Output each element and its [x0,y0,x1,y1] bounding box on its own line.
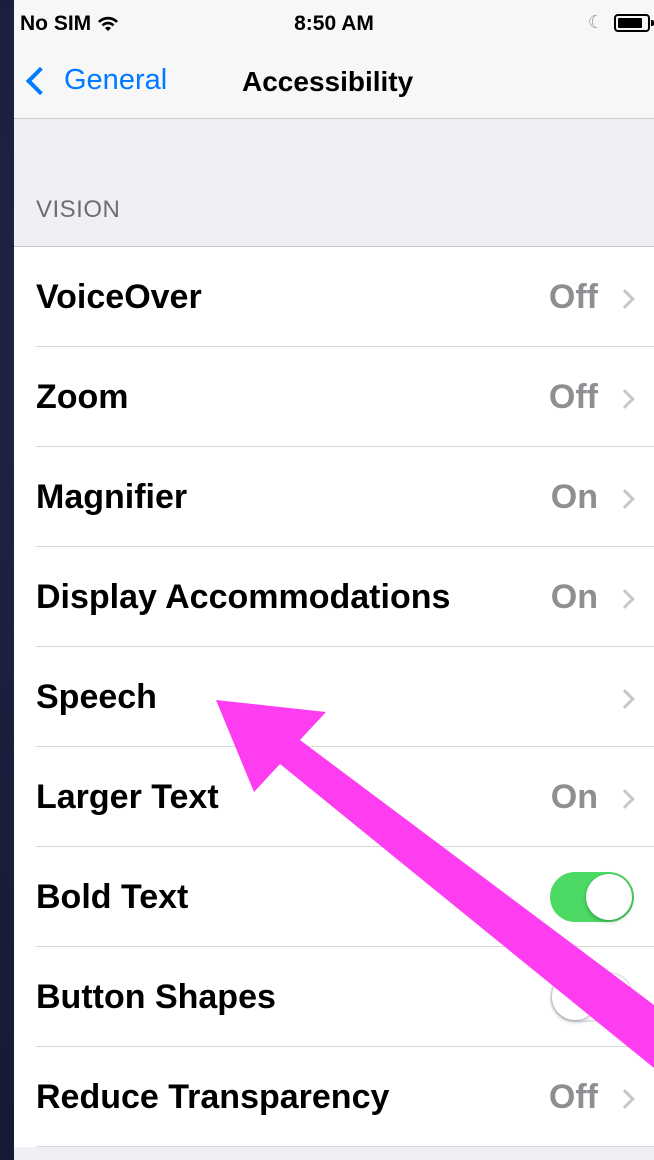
row-value: On [550,477,598,516]
row-speech[interactable]: Speech [14,647,654,747]
chevron-right-icon [615,489,635,509]
row-value: Off [548,277,598,316]
row-magnifier[interactable]: Magnifier On [14,447,654,547]
row-larger-text[interactable]: Larger Text On [14,747,654,847]
chevron-right-icon [615,689,635,709]
chevron-right-icon [615,589,635,609]
settings-list: VoiceOver Off Zoom Off Magnifier On Disp… [14,246,654,1147]
section-header-vision: VISION [36,196,121,223]
button-shapes-toggle[interactable] [550,972,634,1022]
toggle-knob [552,974,598,1020]
navigation-bar: General Accessibility [14,46,654,119]
row-display-accommodations[interactable]: Display Accommodations On [14,547,654,647]
chevron-right-icon [615,789,635,809]
moon-icon: ☾ [587,12,604,32]
status-bar: No SIM 8:50 AM ☾ [14,0,654,46]
row-label: Zoom [36,377,129,416]
row-value: On [550,777,598,816]
chevron-right-icon [615,389,635,409]
chevron-right-icon [615,289,635,309]
row-label: Bold Text [36,877,189,916]
row-value: Off [548,1077,598,1116]
page-title: Accessibility [242,66,414,97]
phone-screen: No SIM 8:50 AM ☾ General Accessibility V… [14,0,654,1160]
row-label: Display Accommodations [36,577,451,616]
row-label: VoiceOver [36,277,202,316]
row-label: Larger Text [36,777,219,816]
battery-icon [614,13,654,32]
back-button[interactable]: General [24,64,167,97]
row-voiceover[interactable]: VoiceOver Off [14,247,654,347]
back-button-label: General [64,64,168,96]
chevron-right-icon [615,1089,635,1109]
row-label: Magnifier [36,477,188,516]
row-value: On [550,577,598,616]
row-zoom[interactable]: Zoom Off [14,347,654,447]
row-label: Speech [36,677,157,716]
bold-text-toggle[interactable] [550,872,634,922]
row-label: Button Shapes [36,977,276,1016]
chevron-left-icon [25,66,55,95]
status-right: ☾ [587,12,654,33]
row-value: Off [548,377,598,416]
toggle-knob [586,874,632,920]
status-time: 8:50 AM [294,12,374,35]
row-bold-text: Bold Text [14,847,654,947]
row-reduce-transparency[interactable]: Reduce Transparency Off [14,1047,654,1147]
row-label: Reduce Transparency [36,1077,390,1116]
row-button-shapes: Button Shapes [14,947,654,1047]
